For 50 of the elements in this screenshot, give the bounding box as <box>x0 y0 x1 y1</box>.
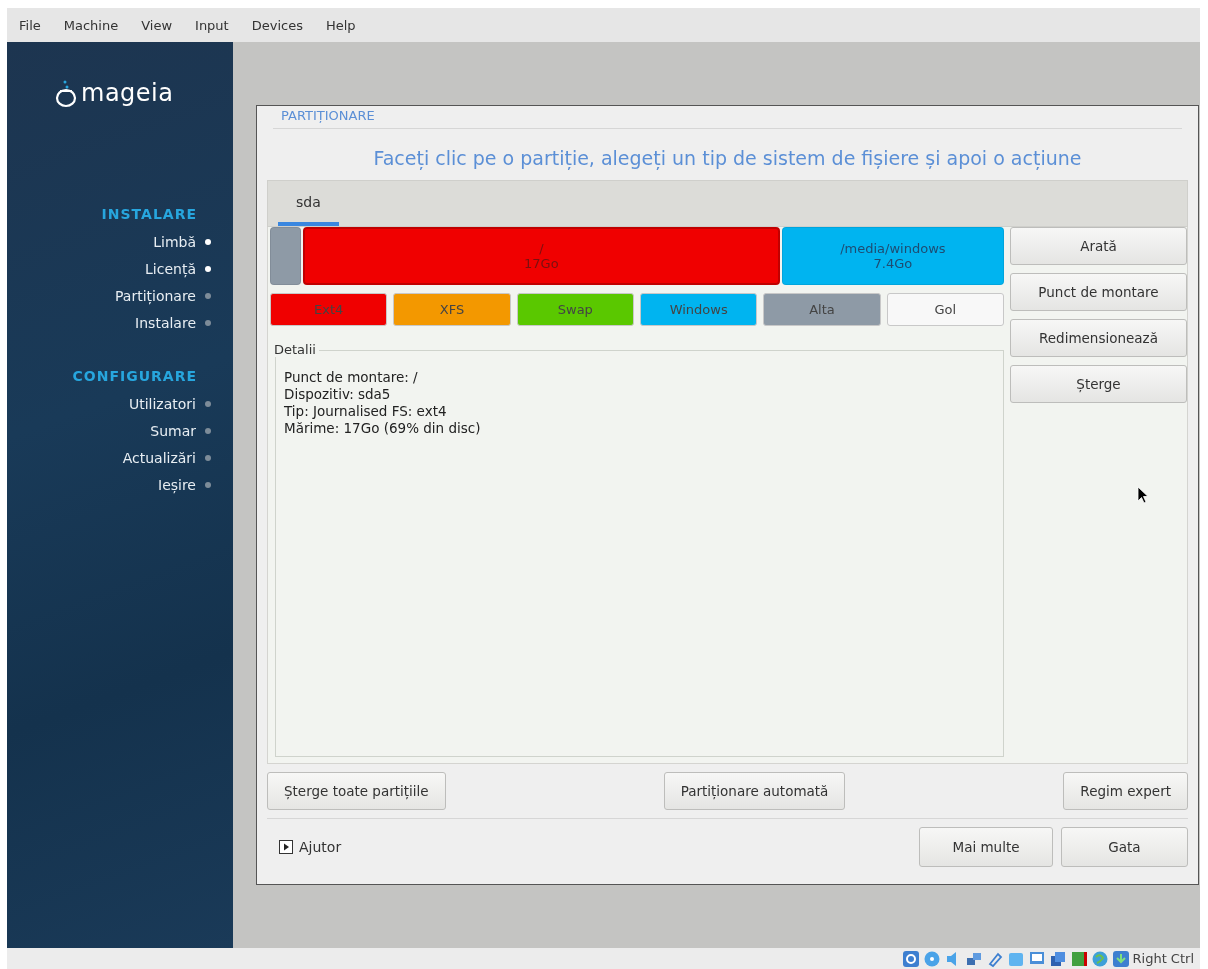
details-title: Detalii <box>274 342 319 357</box>
partition-button[interactable]: Partiționare automată <box>663 772 846 810</box>
expander-icon[interactable] <box>279 840 293 854</box>
instruction-text: Faceți clic pe o partiție, alegeți un tip de sistem de fișiere și apoi o acțiune <box>372 147 1083 169</box>
disc-icon[interactable] <box>922 949 941 968</box>
partition-segment[interactable]: /media/windows 7.4Go <box>781 227 1004 285</box>
action-button[interactable]: Punct de montare <box>1010 273 1187 311</box>
step-label: Actualizări <box>122 449 196 466</box>
mount-point-text: / <box>539 241 544 256</box>
step-label: Limbă <box>153 233 196 250</box>
filesystem-type-button[interactable]: XFS <box>393 293 511 326</box>
step-label: Sumar <box>150 422 196 439</box>
action-button[interactable]: Redimensionează <box>1010 319 1187 357</box>
mount-point-text: /media/windows <box>840 241 946 256</box>
size-text: 7.4Go <box>873 256 913 271</box>
detail-line: Punct de montare: / <box>284 369 419 386</box>
menu-item[interactable]: File <box>19 17 53 33</box>
section-title: CONFIGURARE <box>72 368 197 384</box>
step-label: Ieșire <box>158 476 196 493</box>
download-icon[interactable] <box>1111 949 1130 968</box>
step-label: Utilizatori <box>128 395 196 412</box>
menu-item[interactable]: Devices <box>251 17 315 33</box>
menu-item[interactable]: Input <box>195 17 241 33</box>
action-button[interactable]: Arată <box>1010 227 1187 265</box>
menu-item[interactable]: Machine <box>63 17 131 33</box>
partition-button[interactable]: Regim expert <box>1063 772 1188 810</box>
step-label: Instalare <box>135 314 196 331</box>
step-label: Licență <box>145 260 196 277</box>
help-label[interactable]: Ajutor <box>299 839 342 855</box>
footer-button[interactable]: Gata <box>1061 827 1188 867</box>
windows-icon[interactable] <box>1048 949 1067 968</box>
menu-item[interactable]: Help <box>325 17 368 33</box>
partition-button[interactable]: Șterge toate partițiile <box>267 772 446 810</box>
step-label: Partiționare <box>115 287 196 304</box>
detail-line: Tip: Journalised FS: ext4 <box>284 403 448 420</box>
size-text: 17Go <box>524 256 559 271</box>
detail-line: Dispozitiv: sda5 <box>284 386 392 403</box>
host-key-label: Right Ctrl <box>1132 951 1194 966</box>
filesystem-type-button[interactable]: Swap <box>516 293 634 326</box>
logo-cauldron-icon <box>55 78 77 108</box>
dialog-title: PARTIȚIONARE <box>273 106 1182 129</box>
action-button[interactable]: Șterge <box>1010 365 1187 403</box>
footer-button[interactable]: Mai multe <box>919 827 1053 867</box>
menu-item[interactable]: View <box>141 17 185 33</box>
section-title: INSTALARE <box>101 206 197 222</box>
filesystem-type-button[interactable]: Gol <box>886 293 1004 326</box>
filesystem-type-button[interactable]: Windows <box>640 293 758 326</box>
mouse-cursor-icon <box>1137 486 1149 504</box>
detail-line: Mărime: 17Go (69% din disc) <box>284 420 482 437</box>
logo-text: mageia <box>81 79 174 107</box>
